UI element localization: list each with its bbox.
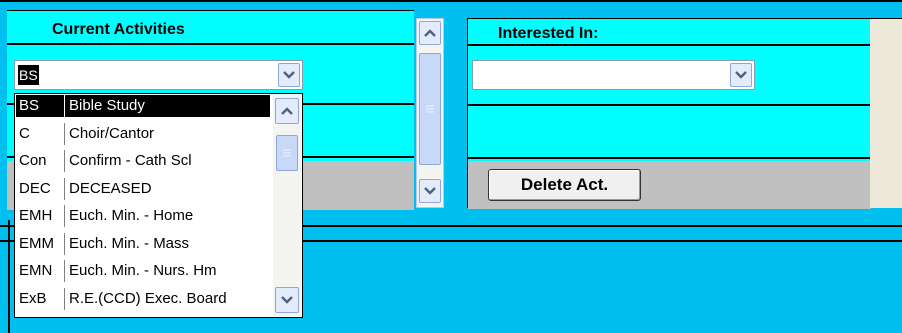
row-divider <box>468 157 871 159</box>
activity-code: ExB <box>19 289 47 307</box>
activity-description: R.E.(CCD) Exec. Board <box>69 289 227 307</box>
activity-description: Bible Study <box>69 97 145 114</box>
scroll-grip-icon <box>425 105 435 113</box>
column-separator <box>64 177 65 200</box>
activity-code: C <box>19 124 30 142</box>
activity-code: EMH <box>19 207 53 224</box>
current-activities-combo[interactable]: BS <box>14 60 303 90</box>
chevron-down-icon <box>283 71 295 79</box>
arrow-up-icon <box>424 29 436 37</box>
activity-description: Euch. Min. - Mass <box>69 234 190 252</box>
activity-description: Euch. Min. - Home <box>69 207 194 224</box>
activity-code: EMN <box>19 262 53 279</box>
column-separator <box>64 122 65 145</box>
dropdown-list-item[interactable]: EMH Euch. Min. - Home <box>16 205 270 227</box>
arrow-down-icon <box>424 187 436 195</box>
right-beige-area <box>870 18 902 208</box>
activity-description: DECEASED <box>69 179 152 197</box>
dropdown-list-item[interactable]: BS Bible Study <box>16 95 270 117</box>
dropdown-list-item[interactable]: DEC DECEASED <box>16 177 270 200</box>
arrow-down-icon <box>281 296 293 304</box>
activity-code: DEC <box>19 179 51 197</box>
dropdown-list-item[interactable]: EMM Euch. Min. - Mass <box>16 232 270 255</box>
row-divider <box>7 43 414 45</box>
dropdown-scroll-up-button[interactable] <box>275 98 299 124</box>
interested-in-dropdown-button[interactable] <box>730 63 752 87</box>
dropdown-scrollbar[interactable] <box>273 95 301 316</box>
dropdown-list-item[interactable]: EMN Euch. Min. - Nurs. Hm <box>16 260 270 282</box>
dropdown-list-item[interactable]: C Choir/Cantor <box>16 122 270 145</box>
activity-description: Confirm - Cath Scl <box>69 152 192 169</box>
left-edge-line <box>8 220 10 333</box>
column-separator <box>64 150 65 172</box>
scroll-grip-icon <box>282 149 292 157</box>
current-activities-combo-value[interactable]: BS <box>18 65 39 85</box>
activity-code: Con <box>19 152 47 169</box>
current-activities-dropdown-list[interactable]: BS Bible Study C Choir/Cantor Con Confirm - C… <box>14 93 303 318</box>
column-separator <box>64 232 65 255</box>
dropdown-list-item[interactable]: ExB R.E.(CCD) Exec. Board <box>16 287 270 310</box>
scroll-down-button[interactable] <box>419 179 441 203</box>
current-activities-dropdown-button[interactable] <box>278 63 300 87</box>
row-divider <box>468 104 871 106</box>
scroll-thumb[interactable] <box>419 53 441 165</box>
activity-code: EMM <box>19 234 54 252</box>
interested-in-panel: Interested In: Delete Act. <box>467 18 871 209</box>
scroll-up-button[interactable] <box>419 21 441 45</box>
dropdown-rows: BS Bible Study C Choir/Cantor Con Confirm - C… <box>16 95 272 317</box>
dropdown-scroll-down-button[interactable] <box>275 287 299 313</box>
dropdown-scroll-thumb[interactable] <box>276 135 298 171</box>
column-separator <box>64 205 65 227</box>
activities-scrollbar[interactable] <box>416 18 444 208</box>
arrow-up-icon <box>281 107 293 115</box>
window-top-edge <box>0 0 902 2</box>
chevron-down-icon <box>735 71 747 79</box>
current-activities-header: Current Activities <box>52 21 185 38</box>
interested-in-header: Interested In: <box>498 25 599 42</box>
dropdown-list-item[interactable]: Con Confirm - Cath Scl <box>16 150 270 172</box>
delete-activity-button[interactable]: Delete Act. <box>488 169 641 201</box>
column-separator <box>64 95 65 117</box>
activity-code: BS <box>19 97 40 114</box>
interested-in-combo[interactable] <box>472 60 755 90</box>
activity-description: Euch. Min. - Nurs. Hm <box>69 262 217 279</box>
activity-description: Choir/Cantor <box>69 124 155 142</box>
row-divider <box>468 44 871 46</box>
column-separator <box>64 260 65 282</box>
column-separator <box>64 287 65 310</box>
